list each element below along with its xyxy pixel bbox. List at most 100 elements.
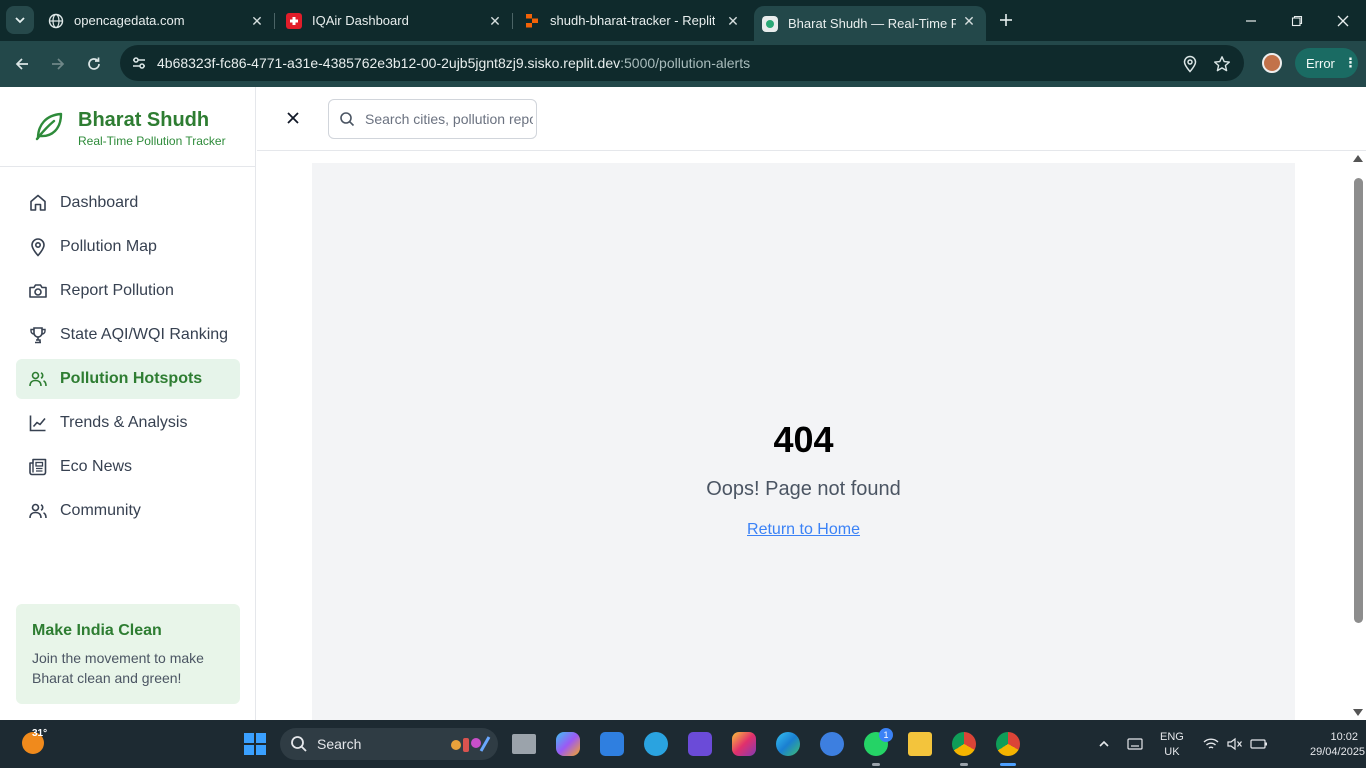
search-icon [340, 112, 355, 127]
restore-icon [1291, 15, 1303, 26]
main-header [257, 87, 1366, 151]
users-icon [28, 369, 48, 389]
weather-temperature: 31° [32, 728, 48, 739]
active-app-indicator [1000, 763, 1016, 766]
bookmark-star-icon[interactable] [1212, 54, 1232, 74]
close-icon[interactable]: ✕ [960, 12, 978, 30]
tab-title: opencagedata.com [74, 13, 185, 28]
minimize-button[interactable] [1228, 0, 1274, 41]
clipchamp-icon[interactable] [688, 732, 712, 756]
brand[interactable]: Bharat Shudh Real-Time Pollution Tracker [0, 87, 256, 167]
leaf-logo-icon [35, 112, 63, 141]
language-indicator[interactable]: ENG UK [1160, 730, 1184, 760]
trophy-icon [28, 325, 48, 345]
url-host: 4b68323f-fc86-4771-a31e-4385762e3b12-00-… [157, 55, 621, 71]
site-info-icon[interactable] [130, 54, 148, 72]
address-bar[interactable]: 4b68323f-fc86-4771-a31e-4385762e3b12-00-… [120, 45, 1244, 81]
profile-avatar[interactable] [1262, 53, 1282, 73]
swiss-cross-icon [286, 12, 302, 29]
map-pin-icon [28, 237, 48, 257]
edge-icon[interactable] [776, 732, 800, 756]
newspaper-icon [28, 457, 48, 477]
scrollbar-thumb[interactable] [1354, 178, 1363, 623]
copilot-icon[interactable] [556, 732, 580, 756]
reload-button[interactable] [80, 50, 108, 78]
return-home-link[interactable]: Return to Home [747, 521, 860, 539]
tab-replit[interactable]: shudh-bharat-tracker - Replit ✕ [524, 0, 742, 41]
browser-tab-strip: opencagedata.com ✕ IQAir Dashboard ✕ shu… [0, 0, 1366, 41]
taskbar-search[interactable]: Search [280, 728, 498, 760]
search-icon [291, 736, 307, 752]
browser-error-button[interactable]: Error ⋮ [1295, 48, 1358, 78]
browser-toolbar: 4b68323f-fc86-4771-a31e-4385762e3b12-00-… [0, 41, 1366, 87]
camera-icon [28, 281, 48, 301]
tab-title: IQAir Dashboard [312, 13, 409, 28]
tab-search-menu-button[interactable] [6, 6, 34, 34]
new-tab-button[interactable] [994, 8, 1018, 32]
sync-icon[interactable] [820, 732, 844, 756]
close-icon[interactable]: ✕ [486, 12, 504, 30]
close-window-button[interactable] [1320, 0, 1366, 41]
promo-title: Make India Clean [32, 622, 162, 639]
chrome-profile-icon[interactable] [996, 732, 1020, 756]
brand-name: Bharat Shudh [78, 109, 210, 131]
running-indicator [960, 763, 968, 766]
running-indicator [872, 763, 880, 766]
reload-icon [88, 57, 100, 70]
close-icon[interactable]: ✕ [248, 12, 266, 30]
search-box [328, 99, 537, 139]
sidebar-item-label: Community [60, 502, 141, 519]
sidebar-item-state-ranking[interactable]: State AQI/WQI Ranking [16, 315, 240, 355]
close-icon[interactable]: ✕ [724, 12, 742, 30]
trend-chart-icon [28, 413, 48, 433]
tab-bharat-shudh[interactable]: Bharat Shudh — Real-Time Polli ✕ [754, 6, 986, 41]
taskbar-search-label: Search [317, 736, 362, 752]
microsoft-store-icon[interactable] [600, 732, 624, 756]
plus-icon [1000, 14, 1012, 26]
whatsapp-notification-badge: 1 [879, 728, 893, 742]
sidebar-item-trends[interactable]: Trends & Analysis [16, 403, 240, 443]
back-button[interactable] [8, 50, 36, 78]
sidebar-item-dashboard[interactable]: Dashboard [16, 183, 240, 223]
task-view-icon[interactable] [512, 734, 536, 754]
tab-opencagedata[interactable]: opencagedata.com ✕ [48, 0, 266, 41]
url-path: :5000/pollution-alerts [620, 55, 751, 71]
sidebar-item-eco-news[interactable]: Eco News [16, 447, 240, 487]
sidebar-item-report-pollution[interactable]: Report Pollution [16, 271, 240, 311]
promo-card: Make India Clean Join the movement to ma… [16, 604, 240, 704]
scroll-up-arrow-icon[interactable] [1353, 155, 1363, 162]
sidebar-item-label: Report Pollution [60, 282, 174, 299]
sidebar-item-pollution-hotspots[interactable]: Pollution Hotspots [16, 359, 240, 399]
telegram-icon[interactable] [644, 732, 668, 756]
chrome-icon[interactable] [952, 732, 976, 756]
sidebar-item-community[interactable]: Community [16, 491, 240, 531]
promo-text: Join the movement to make Bharat clean a… [32, 650, 204, 686]
language-region: UK [1164, 746, 1180, 758]
scroll-down-arrow-icon[interactable] [1353, 709, 1363, 716]
restore-button[interactable] [1274, 0, 1320, 41]
keyboard-icon[interactable] [1126, 736, 1144, 752]
wifi-icon[interactable] [1202, 736, 1220, 752]
forward-button[interactable] [44, 50, 72, 78]
sidebar-item-pollution-map[interactable]: Pollution Map [16, 227, 240, 267]
system-clock[interactable]: 10:02 29/04/2025 [1310, 730, 1365, 760]
chevron-up-icon[interactable] [1095, 736, 1113, 752]
sidebar: Bharat Shudh Real-Time Pollution Tracker… [0, 87, 256, 720]
file-explorer-icon[interactable] [908, 732, 932, 756]
search-highlight-art-icon [451, 736, 491, 752]
sidebar-item-label: Eco News [60, 458, 133, 475]
search-input[interactable] [365, 100, 533, 138]
windows-start-icon[interactable] [244, 733, 266, 755]
error-code: 404 [773, 419, 834, 460]
location-icon[interactable] [1180, 54, 1200, 74]
instagram-icon[interactable] [732, 732, 756, 756]
tab-iqair-dashboard[interactable]: IQAir Dashboard ✕ [286, 0, 504, 41]
close-sidebar-button[interactable] [283, 108, 303, 128]
url-text: 4b68323f-fc86-4771-a31e-4385762e3b12-00-… [157, 55, 750, 71]
more-options-icon: ⋮ [1343, 55, 1357, 70]
volume-muted-icon[interactable] [1226, 736, 1244, 752]
leaf-favicon-icon [762, 15, 778, 32]
globe-icon [48, 13, 64, 29]
battery-icon[interactable] [1250, 736, 1268, 752]
sidebar-item-label: Pollution Map [60, 238, 157, 255]
